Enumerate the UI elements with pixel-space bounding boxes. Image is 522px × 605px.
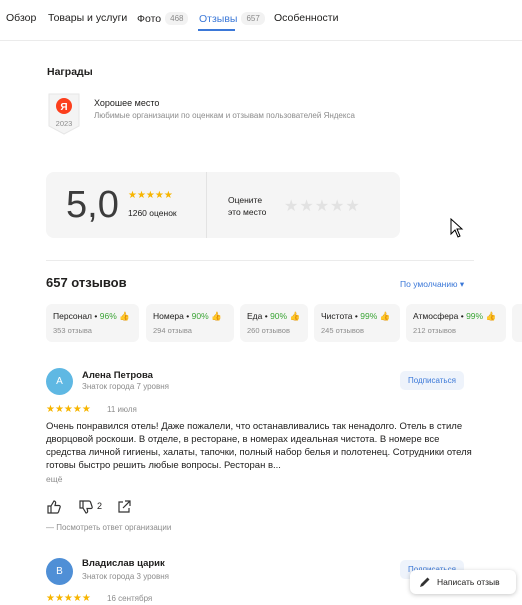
- aspect-percent: 99%: [360, 311, 378, 321]
- thumbs-up-icon: 👍: [485, 311, 497, 321]
- rate-prompt: Оцените это место: [228, 194, 266, 218]
- aspect-name: Чистота: [321, 311, 353, 321]
- tab-label: Отзывы: [199, 13, 238, 25]
- awards-heading: Награды: [47, 66, 93, 78]
- aspect-chip[interactable]: Атмосфера • 99% 👍 212 отзывов: [406, 304, 506, 342]
- aspect-name: Атмосфера: [413, 311, 459, 321]
- avatar[interactable]: В: [46, 558, 73, 585]
- aspect-percent: 99%: [466, 311, 484, 321]
- expand-review-link[interactable]: ещё: [46, 474, 62, 484]
- aspect-percent: 96%: [99, 311, 117, 321]
- pencil-icon: [420, 577, 430, 587]
- aspect-chip[interactable]: Номера • 90% 👍 294 отзыва: [146, 304, 234, 342]
- tab-label: Обзор: [6, 12, 37, 24]
- divider: [206, 172, 207, 238]
- aspect-count: 245 отзывов: [321, 326, 364, 335]
- dislike-icon[interactable]: [78, 499, 94, 515]
- tab-count: 468: [165, 12, 189, 25]
- aspect-percent: 90%: [191, 311, 209, 321]
- aspect-count: 353 отзыва: [53, 326, 92, 335]
- aspect-name: Номера: [153, 311, 184, 321]
- tab-reviews[interactable]: Отзывы 657: [199, 12, 265, 25]
- thumbs-up-icon: 👍: [379, 311, 391, 321]
- tab-label: Фото: [137, 13, 162, 25]
- review-stars: ★★★★★: [46, 404, 91, 415]
- review-stars: ★★★★★: [46, 593, 91, 604]
- tab-bar: Обзор Товары и услуги Фото 468 Отзывы 657 …: [0, 0, 522, 41]
- rate-prompt-line2: это место: [228, 207, 267, 217]
- tab-count: 657: [241, 12, 265, 25]
- ratings-count: 1260 оценок: [128, 208, 177, 218]
- thumbs-up-icon: 👍: [211, 311, 222, 321]
- badge-year: 2023: [56, 119, 73, 128]
- sort-dropdown[interactable]: По умолчанию ▾: [400, 279, 464, 290]
- aspect-count: 294 отзыва: [153, 326, 192, 335]
- write-review-button[interactable]: Написать отзыв: [410, 570, 516, 594]
- aspect-chip[interactable]: Персонал • 96% 👍 353 отзыва: [46, 304, 139, 342]
- tab-label: Особенности: [274, 12, 339, 24]
- tab-features[interactable]: Особенности: [274, 12, 338, 24]
- review-date: 11 июля: [107, 405, 137, 414]
- rate-stars-input[interactable]: ★★★★★: [284, 196, 361, 216]
- award-description: Любимые организации по оценкам и отзывам…: [94, 111, 355, 120]
- aspect-name: Персонал: [53, 311, 93, 321]
- rating-stars: ★★★★★: [128, 190, 173, 201]
- avatar[interactable]: А: [46, 368, 73, 395]
- badge-letter: Я: [60, 102, 67, 113]
- tab-overview[interactable]: Обзор: [6, 12, 36, 24]
- subscribe-button[interactable]: Подписаться: [400, 371, 464, 390]
- review-author[interactable]: Владислав царик: [82, 558, 165, 569]
- thumbs-up-icon: 👍: [119, 311, 130, 321]
- rating-summary-card: 5,0 ★★★★★ 1260 оценок Оцените это место …: [46, 172, 400, 238]
- rate-prompt-line1: Оцените: [228, 195, 263, 205]
- tab-goods-services[interactable]: Товары и услуги: [48, 12, 127, 24]
- mouse-cursor-icon: [450, 218, 464, 238]
- author-level: Знаток города 7 уровня: [82, 382, 170, 391]
- award-badge: Я 2023: [47, 92, 81, 136]
- organization-reply-link[interactable]: — Посмотреть ответ организации: [46, 523, 171, 532]
- rating-value: 5,0: [66, 184, 119, 226]
- review-date: 16 сентября: [107, 594, 153, 603]
- review-text: Очень понравился отель! Даже пожалели, ч…: [46, 421, 472, 471]
- aspect-count: 260 отзывов: [247, 326, 290, 335]
- tab-label: Товары и услуги: [48, 12, 128, 24]
- aspect-chips: Персонал • 96% 👍 353 отзыва Номера • 90%…: [46, 304, 522, 342]
- like-icon[interactable]: [46, 499, 62, 515]
- dislike-count: 2: [97, 501, 103, 511]
- thumbs-up-icon: 👍: [289, 311, 301, 321]
- author-level: Знаток города 3 уровня: [82, 572, 170, 581]
- write-review-label: Написать отзыв: [437, 577, 500, 587]
- award-name: Хорошее место: [94, 98, 160, 108]
- aspect-name: Еда: [247, 311, 263, 321]
- review-author[interactable]: Алена Петрова: [82, 370, 153, 381]
- aspect-chip[interactable]: Чистота • 99% 👍 245 отзывов: [314, 304, 400, 342]
- tab-photos[interactable]: Фото 468: [137, 12, 189, 25]
- divider: [46, 260, 474, 261]
- share-icon[interactable]: [116, 499, 132, 515]
- aspect-percent: 90%: [270, 311, 288, 321]
- aspect-chip[interactable]: Еда • 90% 👍 260 отзывов: [240, 304, 308, 342]
- active-tab-indicator: [198, 29, 235, 31]
- award-badge-icon: Я 2023: [48, 93, 80, 135]
- aspect-chip-partial[interactable]: [512, 304, 522, 342]
- aspect-count: 212 отзывов: [413, 326, 456, 335]
- reviews-count-title: 657 отзывов: [46, 275, 127, 290]
